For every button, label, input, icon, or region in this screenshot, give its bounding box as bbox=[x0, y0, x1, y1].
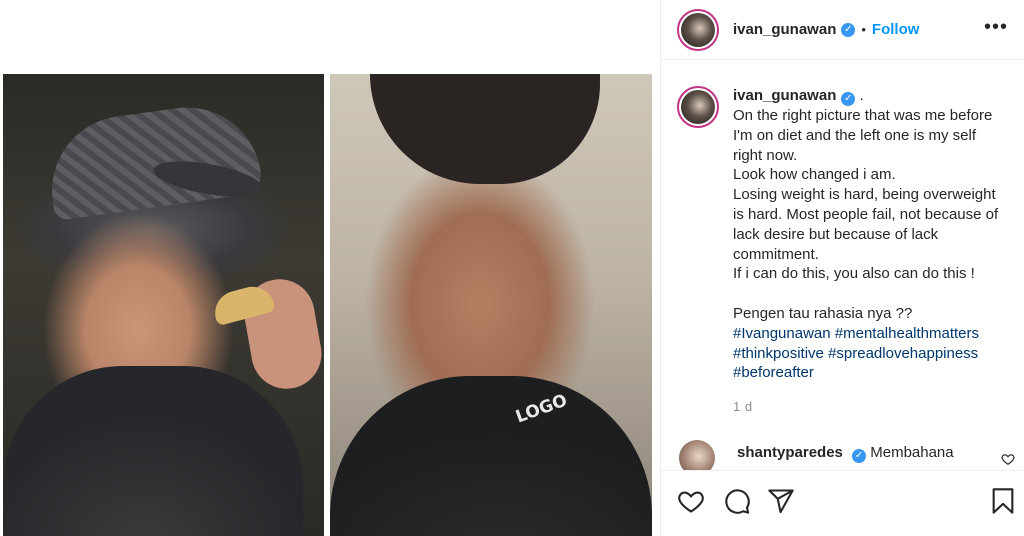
caption-line: is hard. Most people fail, not because o… bbox=[733, 205, 999, 223]
caption-line: I'm on diet and the left one is my self bbox=[733, 126, 976, 144]
comment-like-heart-icon[interactable] bbox=[1001, 452, 1015, 469]
more-options-icon[interactable]: ••• bbox=[984, 17, 1008, 37]
after-photo bbox=[3, 74, 324, 536]
follow-button[interactable]: Follow bbox=[872, 21, 920, 38]
commenter-verified-badge-icon: ✓ bbox=[852, 449, 867, 463]
post-header: ivan_gunawan ✓ • Follow ••• bbox=[661, 0, 1024, 60]
caption-header: ivan_gunawan ✓ . bbox=[733, 86, 1011, 106]
hashtag-link[interactable]: #beforeafter bbox=[733, 364, 814, 381]
post-timestamp[interactable]: 1 d bbox=[733, 397, 1011, 417]
heart-icon[interactable] bbox=[677, 487, 705, 515]
caption-line: lack desire but because of lack bbox=[733, 225, 939, 243]
hashtag-link[interactable]: #spreadlovehappiness bbox=[828, 345, 978, 362]
before-photo-hair bbox=[370, 74, 600, 184]
comment-text: Membahana bbox=[870, 444, 954, 461]
verified-badge-icon: ✓ bbox=[841, 22, 856, 37]
caption-line: Losing weight is hard, being overweight bbox=[733, 186, 996, 204]
author-avatar[interactable] bbox=[677, 8, 719, 51]
caption-line: If i can do this, you also can do this ! bbox=[733, 265, 975, 283]
hashtag-link[interactable]: #mentalhealthmatters bbox=[835, 325, 979, 342]
comment-icon[interactable] bbox=[723, 487, 751, 515]
hashtag-line: #thinkpositive #spreadlovehappiness bbox=[733, 344, 1011, 364]
after-photo-shirt bbox=[3, 366, 303, 536]
caption-trailing: . bbox=[855, 87, 864, 104]
post-media: LOGO bbox=[0, 0, 660, 536]
before-photo: LOGO bbox=[330, 74, 652, 536]
before-photo-shirt bbox=[330, 376, 652, 536]
post-side-panel: ivan_gunawan ✓ • Follow ••• ivan_gunawan… bbox=[660, 0, 1024, 536]
comment-text-wrap: shantyparedes ✓ Membahana bbox=[737, 444, 954, 463]
caption-verified-badge-icon: ✓ bbox=[841, 92, 856, 106]
bookmark-icon[interactable] bbox=[989, 487, 1017, 515]
caption-username[interactable]: ivan_gunawan bbox=[733, 87, 836, 104]
caption-author-avatar[interactable] bbox=[677, 86, 719, 128]
caption-body: ivan_gunawan ✓ . On the right picture tha… bbox=[733, 86, 1011, 417]
share-icon[interactable] bbox=[767, 487, 795, 515]
hashtag-line: #Ivangunawan #mentalhealthmatters bbox=[733, 324, 1011, 344]
hashtag-link[interactable]: #thinkpositive bbox=[733, 345, 824, 362]
post-actions-bar bbox=[661, 470, 1024, 536]
caption-line: Look how changed i am. bbox=[733, 166, 896, 184]
caption-line: commitment. bbox=[733, 245, 819, 263]
commenter-username[interactable]: shantyparedes bbox=[737, 444, 843, 461]
caption-question: Pengen tau rahasia nya ?? bbox=[733, 304, 913, 322]
hashtag-link[interactable]: #Ivangunawan bbox=[733, 325, 831, 342]
caption-line: right now. bbox=[733, 146, 798, 164]
after-photo-cap bbox=[42, 97, 264, 222]
author-username[interactable]: ivan_gunawan bbox=[733, 21, 836, 38]
caption-line: On the right picture that was me before bbox=[733, 107, 993, 124]
hashtag-line: #beforeafter bbox=[733, 363, 1011, 383]
post-caption: ivan_gunawan ✓ . On the right picture tha… bbox=[661, 60, 1024, 417]
separator-dot: • bbox=[861, 22, 866, 37]
